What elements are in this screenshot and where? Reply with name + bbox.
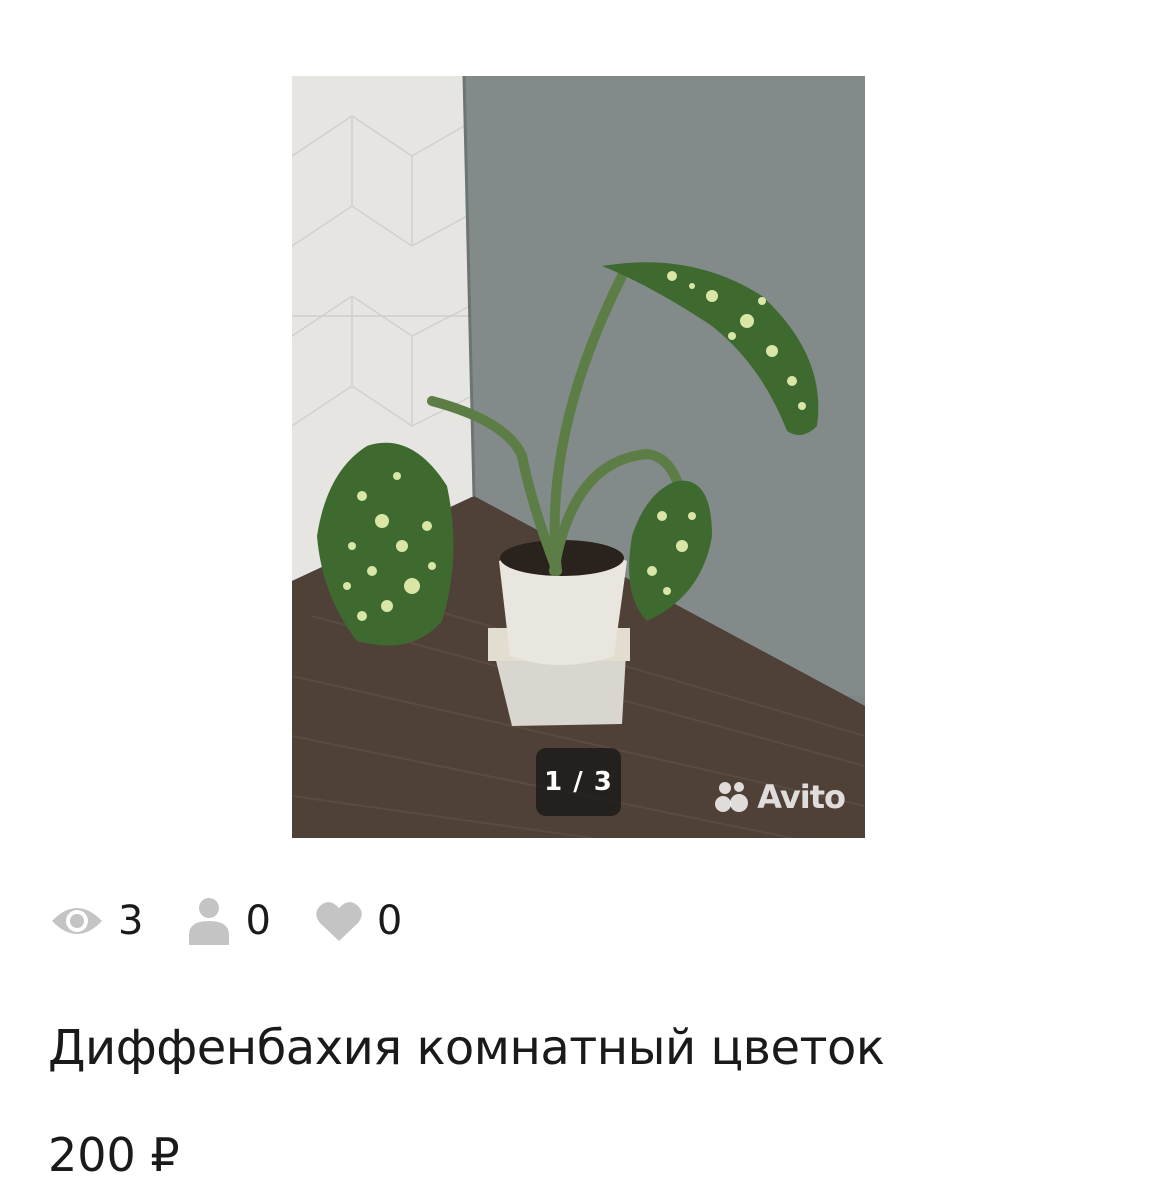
listing-price: 200 ₽ <box>48 1128 180 1182</box>
person-icon <box>189 898 230 945</box>
avito-watermark: Avito <box>713 778 846 816</box>
favorites-stat: 0 <box>315 898 402 944</box>
listing-title: Диффенбахия комнатный цветок <box>48 1020 885 1076</box>
photo-gallery[interactable]: 1 / 3 Avito <box>292 76 865 838</box>
views-count: 3 <box>118 898 144 944</box>
heart-icon <box>316 902 362 941</box>
photo-counter: 1 / 3 <box>536 748 621 816</box>
contacts-stat: 0 <box>187 897 271 945</box>
favorites-count: 0 <box>376 898 403 944</box>
watermark-text: Avito <box>757 778 846 816</box>
eye-icon <box>52 908 102 934</box>
listing-photo <box>292 76 865 838</box>
views-stat: 3 <box>50 898 143 944</box>
avito-logo-icon <box>715 782 749 812</box>
listing-stats: 3 0 0 <box>50 895 446 947</box>
contacts-count: 0 <box>245 898 271 944</box>
